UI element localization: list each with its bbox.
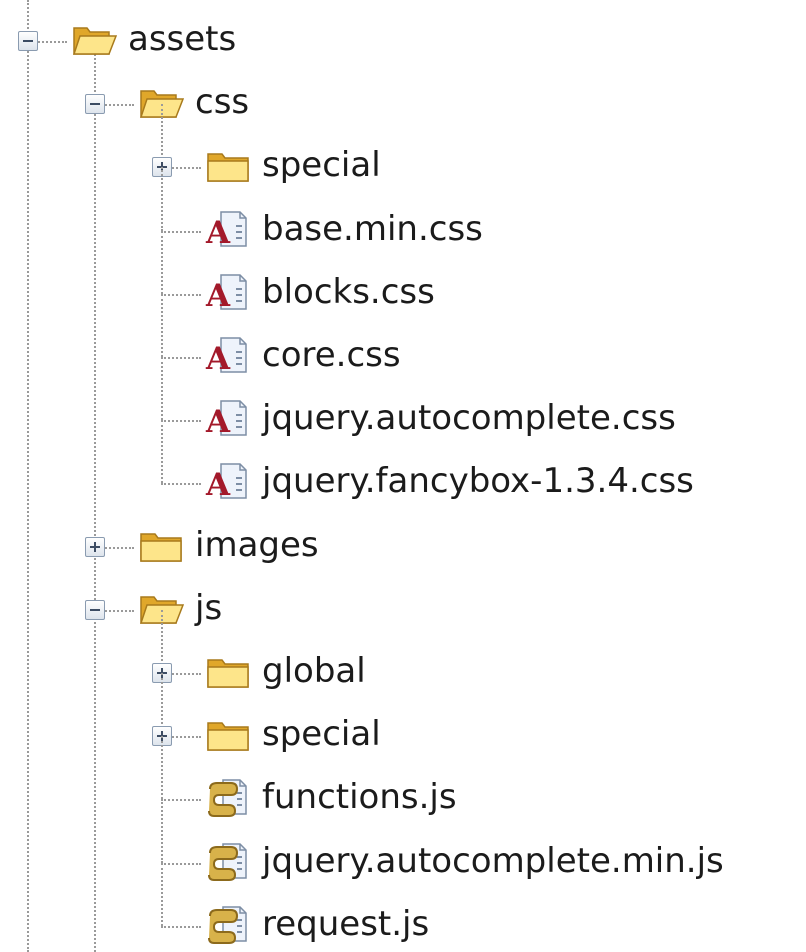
tree-connector — [161, 799, 201, 802]
folder-open-icon — [71, 19, 117, 59]
tree-connector — [161, 925, 201, 928]
svg-text:A: A — [205, 404, 231, 438]
css-file-icon: A — [205, 209, 251, 249]
expand-toggle[interactable] — [85, 536, 105, 557]
tree-item-global[interactable]: global — [262, 651, 366, 691]
tree-guide-line — [161, 799, 163, 863]
collapse-toggle[interactable] — [18, 31, 38, 51]
css-file-icon: A — [205, 335, 251, 375]
tree-guide-line — [161, 420, 163, 484]
tree-guide-line — [161, 357, 163, 421]
js-file-icon-graphic — [208, 906, 247, 944]
js-file-icon — [205, 904, 251, 944]
css-file-icon-graphic: A — [205, 210, 247, 249]
css-file-icon-graphic: A — [205, 400, 247, 438]
js-file-icon-graphic — [208, 779, 247, 818]
tree-item-jquery-autocomplete-min-js[interactable]: jquery.autocomplete.min.js — [262, 841, 724, 881]
folder-tree: assets css special Abase.min.css Ablocks.css… — [0, 0, 806, 952]
svg-text:A: A — [205, 341, 231, 375]
tree-connector — [161, 483, 201, 486]
folder-icon — [205, 145, 251, 185]
tree-item-js-special[interactable]: special — [262, 714, 381, 754]
folder-icon — [138, 525, 184, 565]
tree-connector — [161, 293, 201, 296]
folder-icon — [205, 651, 251, 691]
css-file-icon: A — [205, 398, 251, 438]
folder-icon-graphic — [207, 153, 249, 183]
folder-icon-graphic — [207, 659, 249, 688]
tree-item-jquery-autocomplete-css[interactable]: jquery.autocomplete.css — [262, 398, 676, 438]
tree-item-images[interactable]: images — [195, 525, 319, 565]
css-file-icon-graphic: A — [205, 463, 247, 501]
folder-icon-graphic — [207, 722, 249, 751]
tree-guide-line — [161, 293, 163, 357]
collapse-toggle[interactable] — [85, 94, 105, 115]
js-file-icon — [205, 841, 251, 881]
css-file-icon: A — [205, 272, 251, 312]
css-file-icon-graphic: A — [205, 337, 247, 375]
tree-item-blocks-css[interactable]: blocks.css — [262, 272, 435, 312]
tree-item-js[interactable]: js — [195, 588, 222, 628]
svg-text:A: A — [205, 215, 231, 249]
folder-icon — [205, 714, 251, 754]
tree-connector — [161, 420, 201, 423]
folder-icon-graphic — [140, 532, 182, 562]
tree-item-functions-js[interactable]: functions.js — [262, 777, 457, 817]
js-file-icon-graphic — [208, 842, 247, 881]
tree-guide-line — [161, 167, 163, 231]
tree-item-css[interactable]: css — [195, 82, 249, 122]
tree-connector — [161, 862, 201, 865]
tree-item-base-min-css[interactable]: base.min.css — [262, 209, 483, 249]
tree-item-assets[interactable]: assets — [128, 19, 236, 59]
tree-guide-line — [161, 736, 163, 800]
css-file-icon-graphic: A — [205, 274, 247, 312]
tree-connector — [161, 357, 201, 359]
svg-text:A: A — [205, 278, 231, 312]
collapse-toggle[interactable] — [85, 599, 105, 620]
css-file-icon: A — [205, 461, 251, 501]
tree-item-core-css[interactable]: core.css — [262, 335, 401, 375]
tree-guide-line — [27, 0, 29, 952]
tree-guide-line — [94, 41, 96, 952]
js-file-icon — [205, 777, 251, 818]
tree-item-request-js[interactable]: request.js — [262, 904, 429, 944]
tree-item-css-special[interactable]: special — [262, 145, 381, 185]
tree-guide-line — [161, 230, 163, 294]
svg-text:A: A — [205, 467, 231, 501]
tree-connector — [161, 230, 201, 233]
tree-item-jquery-fancybox-css[interactable]: jquery.fancybox-1.3.4.css — [262, 461, 694, 501]
tree-guide-line — [161, 862, 163, 926]
folder-open-icon-graphic — [72, 27, 117, 55]
